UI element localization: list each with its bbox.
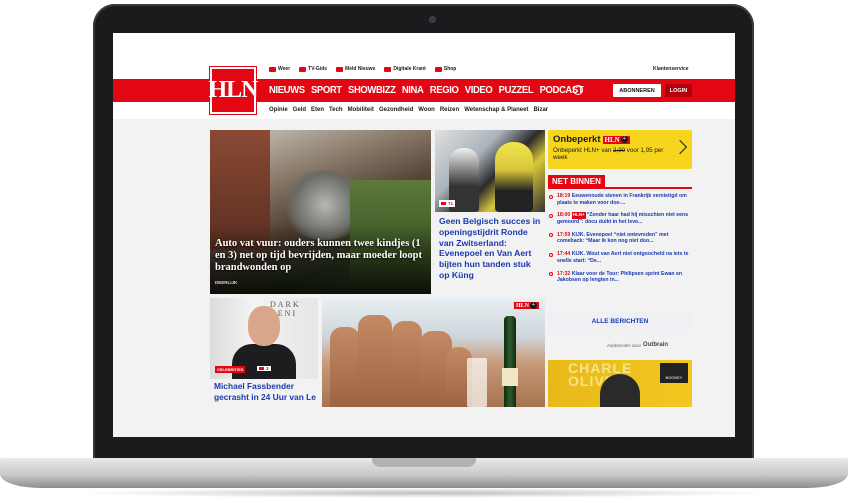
list-item[interactable]: 17:32 Klaar voor de Tour: Philipsen spri…: [548, 271, 692, 284]
alle-berichten-button[interactable]: ALLE BERICHTEN: [548, 312, 692, 330]
list-item[interactable]: 18:19 Eeuwenoude stenen in Frankrijk ver…: [548, 193, 692, 206]
bullet-icon: [549, 252, 553, 257]
bullet-icon: [549, 213, 553, 218]
bullet-icon: [549, 194, 553, 199]
person-face: [248, 306, 280, 346]
nav-puzzel[interactable]: PUZZEL: [499, 84, 534, 96]
abonneren-button[interactable]: ABONNEREN: [613, 84, 661, 97]
subnav-item[interactable]: Gezondheid: [379, 107, 413, 113]
list-item[interactable]: 17:44 KIJK. Wout van Aert niet ontgooche…: [548, 251, 692, 264]
util-tvgids[interactable]: TV-Gids: [299, 66, 327, 72]
net-binnen-list: 18:19 Eeuwenoude stenen in Frankrijk ver…: [548, 193, 692, 290]
subnav-item[interactable]: Wetenschap & Planeet: [464, 107, 528, 113]
nav-nina[interactable]: NINA: [402, 84, 424, 96]
util-shop[interactable]: Shop: [434, 66, 456, 72]
comment-icon: [441, 202, 446, 205]
newspaper-icon: [384, 66, 392, 72]
promo-text: Onbeperkt HLN+ van 2,90 voor 1,95 per we…: [553, 147, 664, 162]
browser-screen: Weer TV-Gids Meld Nieuws Digitale Krant …: [113, 33, 735, 437]
plus-icon: +: [530, 302, 538, 309]
group-photo-article[interactable]: HLN +: [322, 298, 545, 407]
subnav-item[interactable]: Mobiliteit: [348, 107, 374, 113]
ad-brand: BOOKEY: [660, 363, 688, 383]
comment-icon: [259, 367, 264, 370]
person-suit: [232, 344, 296, 379]
nav-regio[interactable]: REGIO: [430, 84, 459, 96]
net-binnen-divider: [548, 187, 692, 189]
bullet-icon: [549, 272, 553, 276]
sub-nav: Opinie Geld Eten Tech Mobiliteit Gezondh…: [269, 107, 548, 113]
person-figure: [392, 321, 422, 407]
hln-plus-badge: HLN+: [514, 302, 540, 309]
person-figure: [358, 315, 392, 407]
laptop-mockup: Weer TV-Gids Meld Nieuws Digitale Krant …: [0, 0, 848, 503]
bullet-icon: [549, 233, 553, 238]
megaphone-icon: [336, 66, 344, 72]
util-digitale-krant[interactable]: Digitale Krant: [384, 66, 426, 72]
nav-sport[interactable]: SPORT: [311, 84, 342, 96]
comment-count: 71: [439, 200, 456, 207]
advertisement[interactable]: CHARLE OLIVEIR BOOKEY: [548, 360, 692, 407]
hero-location: DEERLIJK: [215, 280, 238, 285]
bottle-label: [502, 368, 518, 386]
promo-heading: Onbeperkt HLN +: [553, 134, 630, 145]
comment-count: 3: [257, 366, 271, 371]
laptop-shadow: [70, 488, 778, 498]
nav-showbizz[interactable]: SHOWBIZZ: [348, 84, 396, 96]
subnav-item[interactable]: Reizen: [440, 107, 459, 113]
hln-logo[interactable]: HLN: [209, 67, 259, 114]
webcam: [429, 16, 436, 23]
list-item[interactable]: 17:59 KIJK. Evenepoel “niet ontevreden” …: [548, 232, 692, 245]
article2-title[interactable]: Geen Belgisch succes in openingstijdrit …: [439, 216, 543, 281]
rider-yellow: [495, 142, 533, 212]
chevron-right-icon: [672, 139, 688, 155]
cart-icon: [434, 66, 442, 72]
utility-bar: Weer TV-Gids Meld Nieuws Digitale Krant …: [269, 66, 456, 72]
champagne-bottle: [504, 316, 516, 407]
subnav-item[interactable]: Bizar: [533, 107, 548, 113]
nav-video[interactable]: VIDEO: [465, 84, 493, 96]
nav-nieuws[interactable]: NIEUWS: [269, 84, 305, 96]
klantenservice-link[interactable]: Klantenservice: [653, 66, 689, 72]
list-item[interactable]: 18:00 HLN+ “Zonder haar had hij misschien…: [548, 212, 692, 225]
outbrain-credit[interactable]: Aanbevolen door Outbrain: [607, 342, 668, 348]
hln-plus-badge: HLN+: [602, 135, 630, 144]
fassbender-image[interactable]: DARK OENI CELEBRITIES 3: [210, 298, 318, 379]
hero-article[interactable]: Auto vat vuur: ouders kunnen twee kindje…: [210, 130, 431, 294]
hero-title[interactable]: Auto vat vuur: ouders kunnen twee kindje…: [215, 238, 429, 274]
util-meld-nieuws[interactable]: Meld Nieuws: [336, 66, 375, 72]
ad-person: [600, 374, 640, 407]
main-nav: NIEUWS SPORT SHOWBIZZ NINA REGIO VIDEO P…: [269, 84, 584, 96]
login-button[interactable]: LOGIN: [665, 84, 692, 97]
cycling-image[interactable]: 71: [435, 130, 545, 212]
tv-icon: [299, 66, 307, 72]
search-icon[interactable]: [573, 85, 583, 95]
subscription-promo[interactable]: Onbeperkt HLN + Onbeperkt HLN+ van 2,90 v…: [548, 130, 692, 169]
subnav-item[interactable]: Geld: [293, 107, 306, 113]
weather-icon: [269, 66, 276, 72]
hln-plus-badge: HLN+: [571, 212, 586, 219]
laptop-notch: [372, 458, 476, 467]
site-header: Weer TV-Gids Meld Nieuws Digitale Krant …: [113, 33, 735, 119]
util-weer[interactable]: Weer: [269, 66, 290, 72]
subnav-item[interactable]: Opinie: [269, 107, 288, 113]
plus-icon: +: [620, 136, 628, 143]
person-figure: [330, 327, 360, 407]
subnav-item[interactable]: Tech: [329, 107, 343, 113]
subnav-item[interactable]: Woon: [418, 107, 435, 113]
subnav-item[interactable]: Eten: [311, 107, 324, 113]
glass: [467, 358, 487, 407]
category-badge: CELEBRITIES: [215, 366, 246, 373]
article3-title[interactable]: Michael Fassbender gecrasht in 24 Uur va…: [214, 381, 318, 402]
